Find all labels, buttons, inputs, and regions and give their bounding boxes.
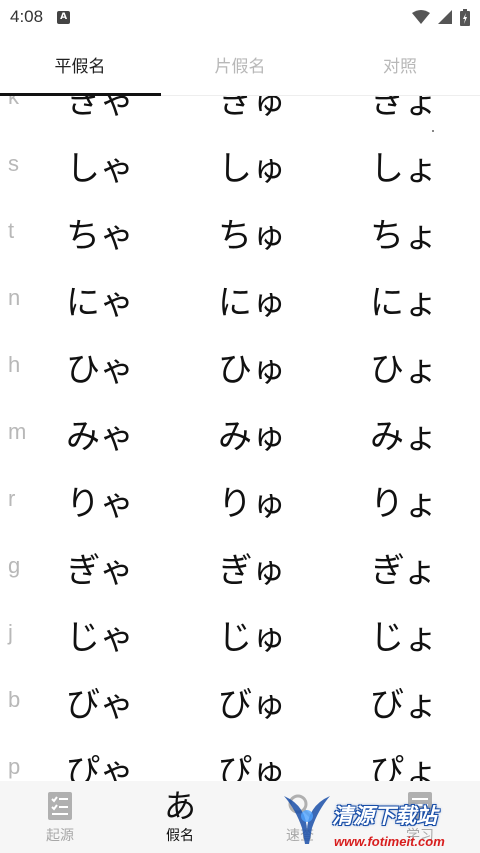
tab-hiragana[interactable]: 平假名 [0,34,160,95]
kana-row: t ちゃ ちゅ ちょ [0,196,480,263]
active-tab-indicator [0,93,161,96]
kana-row: m みゃ みゅ みょ [0,397,480,464]
scroll-indicator [432,130,434,132]
kana-cell[interactable]: びゅ [197,677,307,726]
tab-katakana[interactable]: 片假名 [160,34,320,95]
kana-cell[interactable]: きゅ [197,96,307,123]
tab-comparison[interactable]: 对照 [320,34,480,95]
kana-cell[interactable]: じょ [349,610,459,659]
kana-cell[interactable]: びょ [349,677,459,726]
kana-cell[interactable]: しょ [349,141,459,190]
row-label: j [8,620,13,645]
kana-cell[interactable]: ひゅ [197,342,307,391]
notification-icon: A [57,10,71,24]
kana-cell[interactable]: ちゃ [45,208,155,257]
kana-cell[interactable]: ちゅ [197,208,307,257]
kana-cell[interactable]: ちょ [349,208,459,257]
kana-cell[interactable]: りょ [349,476,459,525]
kana-cell[interactable]: きゃ [45,96,155,123]
watermark: 清源下载站 www.fotimeit.com [280,788,480,853]
kana-cell[interactable]: ぎゃ [45,543,155,592]
kana-cell[interactable]: しゅ [197,141,307,190]
kana-row: s しゃ しゅ しょ [0,129,480,196]
kana-cell[interactable]: びゃ [45,677,155,726]
row-label: m [8,419,27,444]
kana-cell[interactable]: じゃ [45,610,155,659]
kana-cell[interactable]: ぴょ [349,744,459,781]
kana-grid: k きゃ きゅ きょ s しゃ しゅ しょ t ちゃ ちゅ ちょ n にゃ にゅ… [0,96,480,781]
kana-cell[interactable]: きょ [349,96,459,123]
kana-row: r りゃ りゅ りょ [0,464,480,531]
wifi-icon [412,10,430,24]
row-label: k [8,96,19,109]
kana-cell[interactable]: ぎょ [349,543,459,592]
kana-cell[interactable]: りゃ [45,476,155,525]
nav-origin[interactable]: 起源 [0,781,120,853]
kana-cell[interactable]: にゃ [45,275,155,324]
row-label: g [8,553,21,578]
kana-row: g ぎゃ ぎゅ ぎょ [0,531,480,598]
kana-cell[interactable]: みょ [349,409,459,458]
nav-label: 起源 [46,828,74,844]
kana-cell[interactable]: ぎゅ [197,543,307,592]
kana-row: p ぴゃ ぴゅ ぴょ [0,732,480,781]
row-label: p [8,754,21,779]
kana-row: b びゃ びゅ びょ [0,665,480,732]
tab-bar: 平假名 片假名 对照 [0,34,480,96]
row-label: s [8,151,19,176]
watermark-logo-icon [284,796,330,844]
kana-row: k きゃ きゅ きょ [0,96,480,129]
watermark-url: www.fotimeit.com [334,834,445,849]
kana-cell[interactable]: みゅ [197,409,307,458]
row-label: n [8,285,21,310]
hiragana-a-icon: あ [163,787,196,825]
kana-row: j じゃ じゅ じょ [0,598,480,665]
kana-cell[interactable]: にゅ [197,275,307,324]
kana-cell[interactable]: みゃ [45,409,155,458]
signal-icon [438,10,452,24]
row-label: b [8,687,21,712]
row-label: h [8,352,21,377]
row-label: r [8,486,16,511]
nav-label: 假名 [166,828,194,844]
kana-cell[interactable]: しゃ [45,141,155,190]
kana-row: h ひゃ ひゅ ひょ [0,330,480,397]
kana-cell[interactable]: ひょ [349,342,459,391]
kana-cell[interactable]: ひゃ [45,342,155,391]
kana-cell[interactable]: にょ [349,275,459,324]
status-time: 4:08 [10,7,44,26]
checklist-icon [48,789,72,823]
row-label: t [8,218,15,243]
kana-cell[interactable]: じゅ [197,610,307,659]
battery-icon [460,8,470,26]
kana-row: n にゃ にゅ にょ [0,263,480,330]
nav-kana[interactable]: あ 假名 [120,781,240,853]
status-icons [412,8,470,26]
kana-cell[interactable]: りゅ [197,476,307,525]
kana-cell[interactable]: ぴゃ [45,744,155,781]
status-bar: 4:08 A [0,0,480,34]
kana-grid-scroll[interactable]: k きゃ きゅ きょ s しゃ しゅ しょ t ちゃ ちゅ ちょ n にゃ にゅ… [0,96,480,781]
kana-cell[interactable]: ぴゅ [197,744,307,781]
watermark-title: 清源下载站 [332,804,437,828]
